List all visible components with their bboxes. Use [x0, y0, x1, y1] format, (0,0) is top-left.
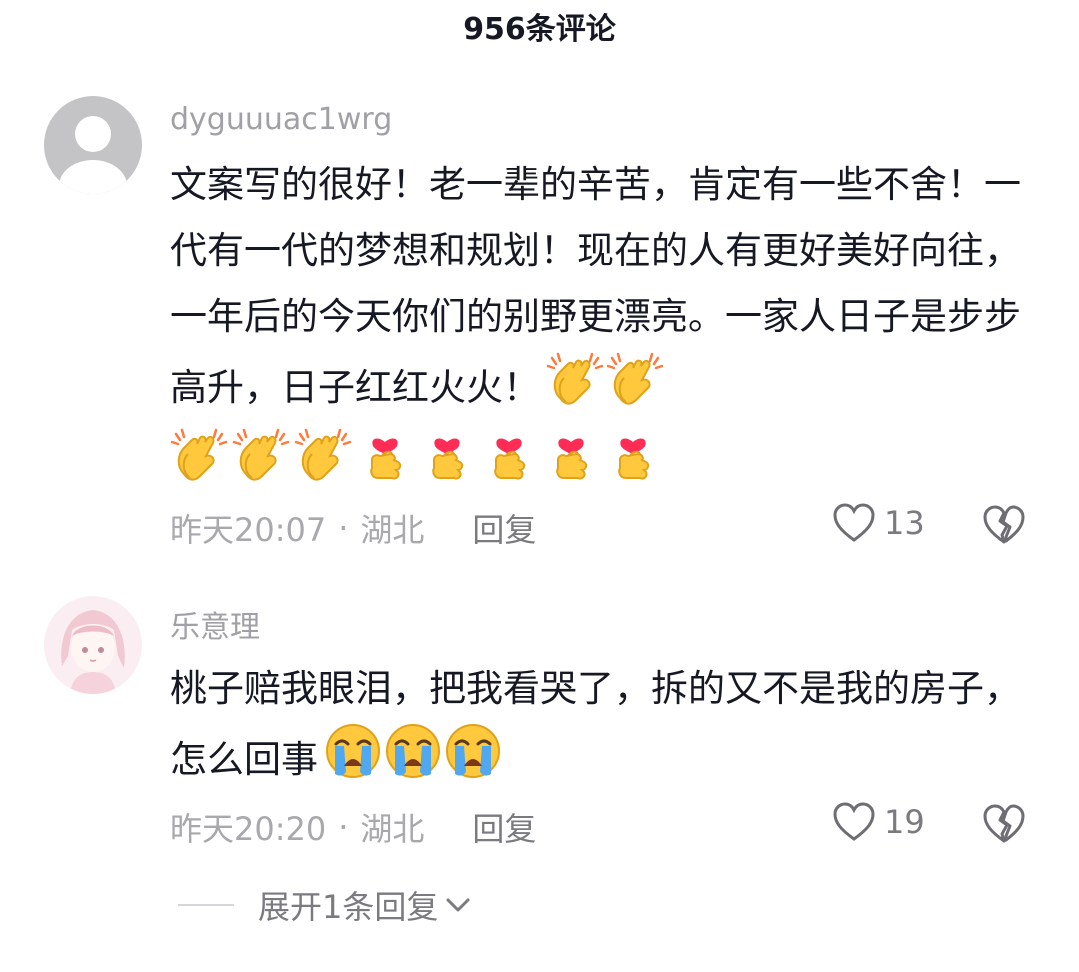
like-button[interactable]: 13 [832, 503, 925, 543]
expand-replies-button[interactable]: 展开1条回复 [178, 882, 472, 928]
loudly-crying-face-icon [444, 722, 502, 801]
comment-text: 桃子赔我眼泪，把我看哭了，拆的又不是我的房子，怎么回事 [170, 656, 1040, 801]
like-count: 13 [884, 504, 925, 542]
username[interactable]: 乐意理 [170, 602, 260, 646]
default-avatar-icon [44, 96, 142, 194]
reply-button[interactable]: 回复 [472, 505, 536, 551]
heart-icon [833, 503, 875, 542]
comment-meta: 昨天20:20 · 湖北 回复 [170, 804, 536, 850]
expand-replies-label: 展开1条回复 [258, 888, 439, 926]
dislike-button[interactable] [982, 505, 1026, 549]
anime-girl-avatar-icon [44, 596, 142, 694]
clapping-hands-icon [606, 350, 664, 429]
chevron-down-icon [446, 898, 470, 912]
loudly-crying-face-icon [384, 722, 442, 801]
emoji-group [546, 350, 664, 429]
like-button[interactable]: 19 [832, 802, 925, 842]
avatar[interactable] [44, 596, 142, 694]
heart-icon [833, 802, 875, 841]
clapping-hands-icon [170, 426, 228, 488]
avatar[interactable] [44, 96, 142, 194]
clapping-hands-icon [546, 350, 604, 429]
comment-text: 文案写的很好！老一辈的辛苦，肯定有一些不舍！一代有一代的梦想和规划！现在的人有更… [170, 152, 1040, 429]
loudly-crying-face-icon [324, 722, 382, 801]
finger-heart-icon [542, 426, 600, 488]
comment-text-content: 桃子赔我眼泪，把我看哭了，拆的又不是我的房子，怎么回事 [170, 667, 1021, 781]
separator-dot: · [338, 509, 349, 547]
broken-heart-icon [983, 804, 1025, 843]
broken-heart-icon [983, 505, 1025, 544]
username[interactable]: dyguuuac1wrg [170, 102, 392, 137]
finger-heart-icon [604, 426, 662, 488]
divider-line [178, 904, 234, 906]
comment-meta: 昨天20:07 · 湖北 回复 [170, 505, 536, 551]
finger-heart-icon [480, 426, 538, 488]
reply-button[interactable]: 回复 [472, 804, 536, 850]
location: 湖北 [360, 810, 425, 848]
clapping-hands-icon [232, 426, 290, 488]
location: 湖北 [360, 511, 425, 549]
emoji-row [170, 426, 662, 488]
finger-heart-icon [356, 426, 414, 488]
finger-heart-icon [418, 426, 476, 488]
timestamp: 昨天20:07 [170, 511, 327, 549]
timestamp: 昨天20:20 [170, 810, 327, 848]
separator-dot: · [338, 808, 349, 846]
like-count: 19 [884, 803, 925, 841]
clapping-hands-icon [294, 426, 352, 488]
dislike-button[interactable] [982, 804, 1026, 848]
emoji-group [324, 722, 502, 801]
comment-count-title: 956条评论 [463, 12, 616, 47]
